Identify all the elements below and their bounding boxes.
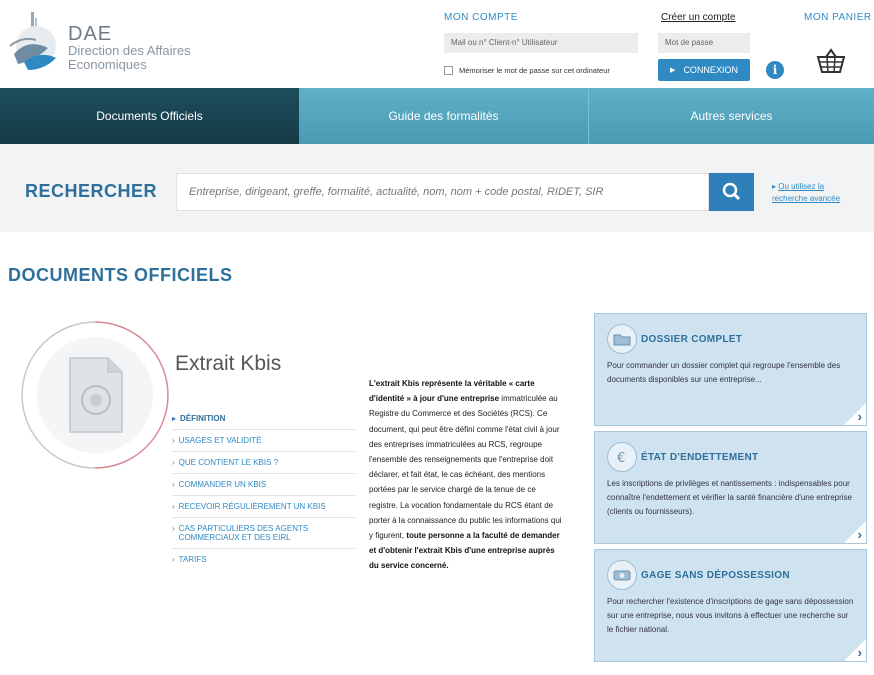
box-etat-endettement[interactable]: € ÉTAT D'ENDETTEMENT Les inscriptions de… [594, 431, 867, 544]
chevron-right-icon[interactable]: › [844, 403, 866, 425]
folder-icon [607, 324, 637, 354]
box-head: € ÉTAT D'ENDETTEMENT [607, 442, 856, 472]
menu-item-tarifs[interactable]: › TARIFS [172, 549, 355, 570]
menu-item-label: USAGES ET VALIDITÉ [178, 436, 262, 445]
logo-line-2: Economiques [68, 57, 147, 72]
menu-item-label: QUE CONTIENT LE KBIS ? [178, 458, 279, 467]
create-account-link[interactable]: Créer un compte [661, 12, 735, 23]
info-icon[interactable]: i [766, 61, 784, 79]
remember-label: Mémoriser le mot de passe sur cet ordina… [459, 66, 610, 75]
box-text: Pour commander un dossier complet qui re… [607, 361, 841, 384]
password-input[interactable]: Mot de passe [658, 33, 750, 53]
arrow-icon: ▸ [172, 414, 177, 423]
svg-text:€: € [617, 451, 625, 465]
remember-row: Mémoriser le mot de passe sur cet ordina… [444, 66, 610, 75]
page-title: DOCUMENTS OFFICIELS [8, 265, 233, 285]
main-nav: Documents Officiels Guide des formalités… [0, 88, 874, 144]
search-label: RECHERCHER [25, 181, 158, 201]
nav-guide-formalites[interactable]: Guide des formalités [299, 88, 589, 144]
search-input[interactable]: Entreprise, dirigeant, greffe, formalité… [176, 173, 709, 211]
logo-line-1: Direction des Affaires [68, 43, 191, 58]
box-dossier-complet[interactable]: DOSSIER COMPLET Pour commander un dossie… [594, 313, 867, 426]
menu-item-label: RECEVOIR RÉGULIÈREMENT UN KBIS [178, 502, 326, 511]
remember-checkbox[interactable] [444, 66, 453, 75]
adv-line-1: Ou utilisez la [778, 182, 825, 191]
menu-item-recevoir[interactable]: › RECEVOIR RÉGULIÈREMENT UN KBIS [172, 496, 355, 518]
kbis-description: L'extrait Kbis représente la véritable «… [369, 376, 565, 574]
box-title: ÉTAT D'ENDETTEMENT [641, 451, 759, 463]
site-logo[interactable]: DAE Direction des Affaires Economiques [6, 10, 236, 80]
box-head: GAGE SANS DÉPOSSESSION [607, 560, 856, 590]
kbis-menu: ▸ DÉFINITION › USAGES ET VALIDITÉ › QUE CON… [172, 408, 355, 570]
box-text: Pour rechercher l'existence d'inscriptio… [607, 597, 854, 634]
cart-title[interactable]: MON PANIER [804, 12, 872, 23]
search-button[interactable] [709, 173, 754, 211]
logo-text: DAE Direction des Affaires Economiques [68, 24, 191, 72]
arrow-icon: › [172, 555, 175, 564]
nav-autres-services[interactable]: Autres services [589, 88, 874, 144]
account-id-input[interactable]: Mail ou n° Client-n° Utilisateur [444, 33, 638, 53]
menu-item-label: CAS PARTICULIERS DES AGENTS COMMERCIAUX … [178, 524, 309, 542]
nav-documents-officiels[interactable]: Documents Officiels [0, 88, 299, 144]
menu-item-label: DÉFINITION [180, 414, 226, 423]
arrow-icon: › [172, 458, 175, 467]
chevron-right-icon[interactable]: › [844, 639, 866, 661]
basket-icon[interactable] [816, 48, 846, 74]
arrow-icon: › [172, 502, 175, 511]
document-icon [21, 321, 169, 469]
account-block: MON COMPTE [440, 12, 640, 23]
logo-dae: DAE [68, 23, 113, 45]
connexion-label: CONNEXION [683, 65, 738, 75]
menu-item-contenu[interactable]: › QUE CONTIENT LE KBIS ? [172, 452, 355, 474]
box-text: Les inscriptions de privilèges et nantis… [607, 479, 852, 516]
arrow-icon: › [172, 480, 175, 489]
account-title: MON COMPTE [444, 12, 518, 23]
kbis-heading: Extrait Kbis [175, 352, 282, 375]
menu-item-label: COMMANDER UN KBIS [178, 480, 267, 489]
header: DAE Direction des Affaires Economiques M… [0, 0, 874, 88]
menu-item-usages[interactable]: › USAGES ET VALIDITÉ [172, 430, 355, 452]
menu-item-label: TARIFS [178, 555, 207, 564]
gage-icon [607, 560, 637, 590]
connexion-button[interactable]: ▶ CONNEXION [658, 59, 750, 81]
search-icon [722, 182, 741, 201]
box-title: GAGE SANS DÉPOSSESSION [641, 569, 790, 581]
menu-item-commander[interactable]: › COMMANDER UN KBIS [172, 474, 355, 496]
logo-mark-icon [9, 12, 56, 70]
advanced-search-link[interactable]: ▸ Ou utilisez la recherche avancée [772, 181, 840, 205]
box-gage-sans-depossession[interactable]: GAGE SANS DÉPOSSESSION Pour rechercher l… [594, 549, 867, 662]
chevron-right-icon[interactable]: › [844, 521, 866, 543]
box-title: DOSSIER COMPLET [641, 333, 743, 345]
description-text: immatriculée au Registre du Commerce et … [369, 394, 562, 541]
arrow-icon: › [172, 524, 175, 533]
menu-item-cas-particuliers[interactable]: › CAS PARTICULIERS DES AGENTS COMMERCIAUX… [172, 518, 355, 549]
menu-item-definition[interactable]: ▸ DÉFINITION [172, 408, 355, 430]
euro-icon: € [607, 442, 637, 472]
box-head: DOSSIER COMPLET [607, 324, 856, 354]
arrow-icon: › [172, 436, 175, 445]
adv-line-2: recherche avancée [772, 194, 841, 203]
play-icon: ▶ [670, 67, 676, 74]
